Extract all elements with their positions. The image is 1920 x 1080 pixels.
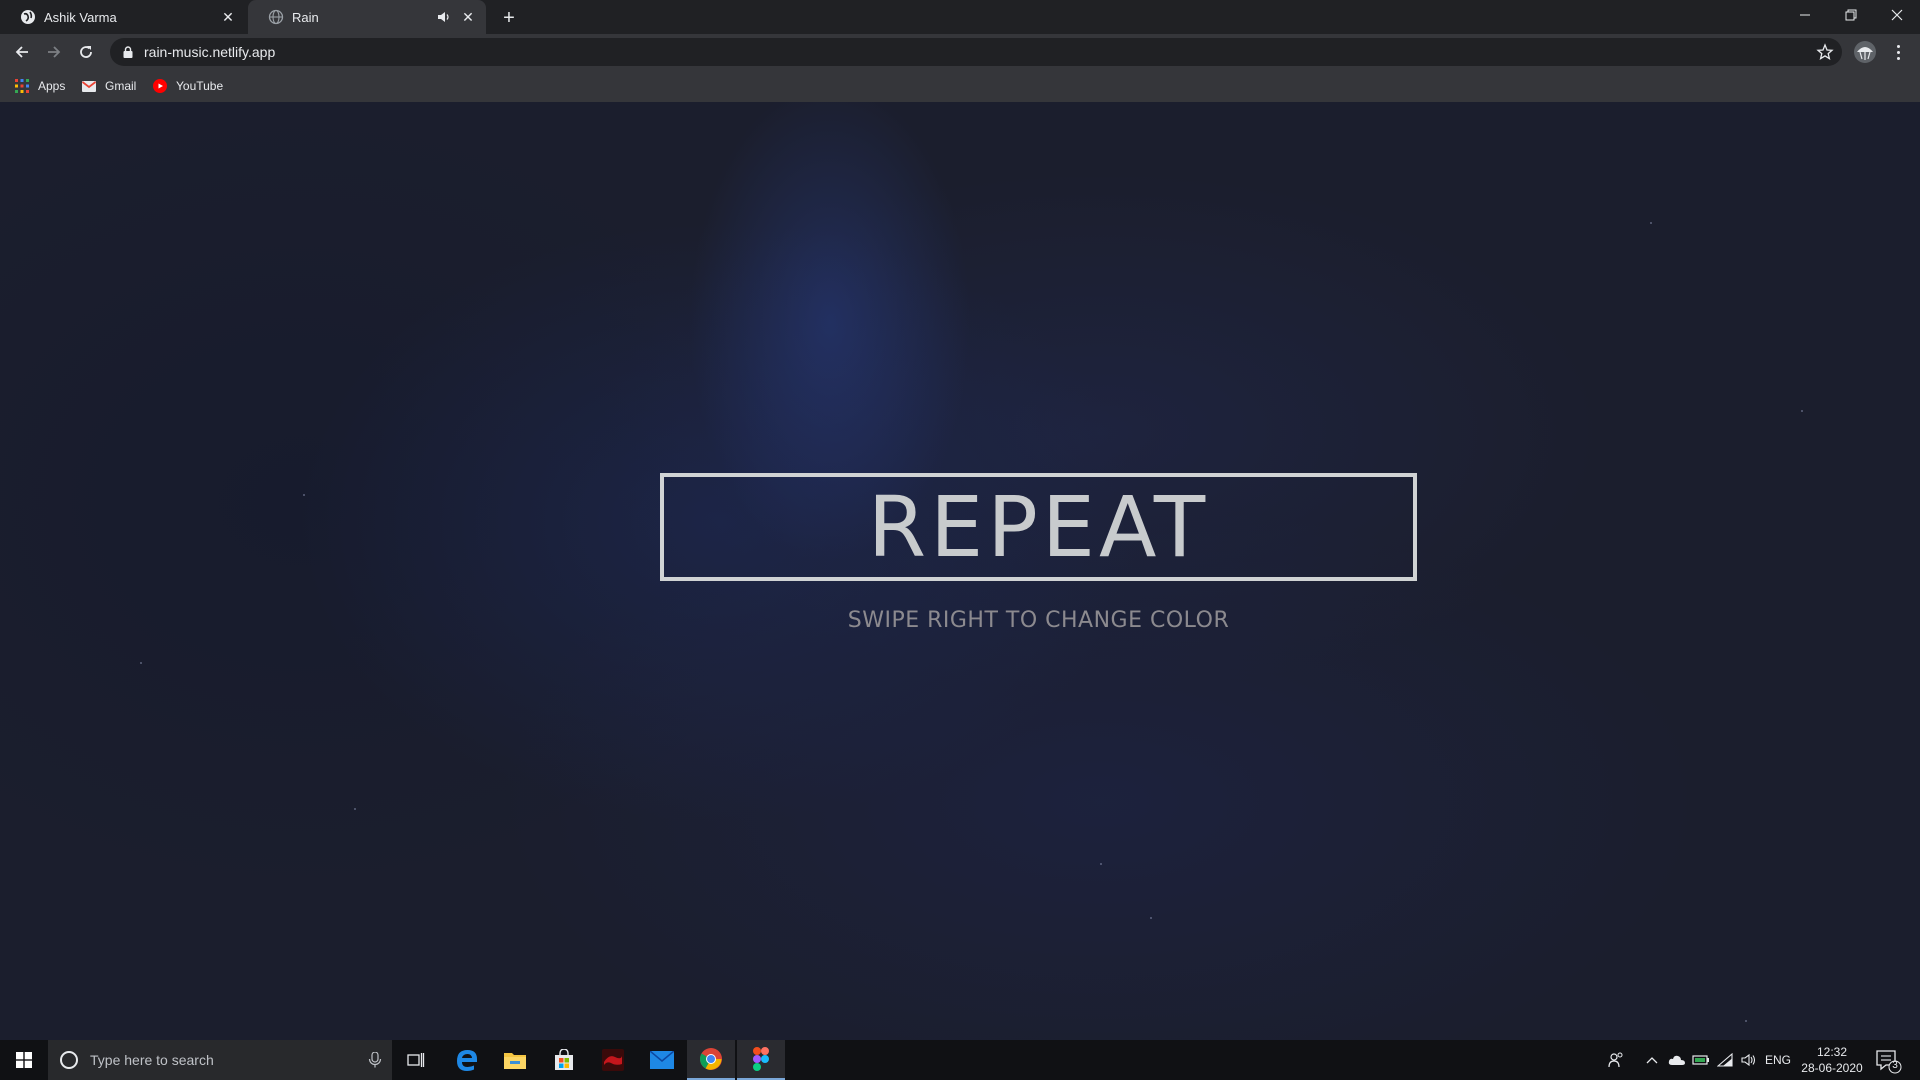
file-explorer-icon[interactable] <box>491 1040 539 1080</box>
game-app-icon[interactable] <box>589 1040 637 1080</box>
windows-taskbar: Type here to search ENG 12:32 28-06-2020… <box>0 1040 1920 1080</box>
repeat-button[interactable]: REPEAT <box>660 473 1417 581</box>
onedrive-cloud-icon[interactable] <box>1666 1040 1688 1080</box>
figma-icon[interactable] <box>737 1040 785 1080</box>
repeat-button-label: REPEAT <box>867 478 1210 576</box>
minimize-icon[interactable] <box>1782 0 1828 30</box>
globe-icon <box>268 9 284 25</box>
bookmark-gmail[interactable]: Gmail <box>81 76 136 96</box>
background-star <box>354 808 356 810</box>
url-text: rain-music.netlify.app <box>144 44 276 60</box>
bookmarks-bar: Apps Gmail YouTube <box>0 70 1920 102</box>
youtube-icon <box>152 78 168 94</box>
mail-icon[interactable] <box>638 1040 686 1080</box>
language-indicator[interactable]: ENG <box>1762 1040 1794 1080</box>
close-window-icon[interactable] <box>1874 0 1920 30</box>
bookmark-youtube[interactable]: YouTube <box>152 76 223 96</box>
clock-date: 28-06-2020 <box>1801 1061 1863 1075</box>
search-placeholder: Type here to search <box>90 1052 214 1068</box>
windows-start-icon[interactable] <box>0 1040 48 1080</box>
chevron-up-icon[interactable] <box>1642 1040 1662 1080</box>
bookmark-star-icon[interactable] <box>1816 43 1834 61</box>
volume-icon[interactable] <box>1738 1040 1760 1080</box>
background-star <box>140 662 142 664</box>
page-viewport[interactable]: REPEAT SWIPE RIGHT TO CHANGE COLOR <box>0 102 1920 1040</box>
people-icon[interactable] <box>1604 1040 1628 1080</box>
back-arrow-icon[interactable] <box>8 38 36 66</box>
gmail-icon <box>81 78 97 94</box>
background-star <box>1745 1020 1747 1022</box>
restore-icon[interactable] <box>1828 0 1874 30</box>
battery-icon[interactable] <box>1690 1040 1712 1080</box>
speaker-icon[interactable] <box>436 9 452 25</box>
tab-ashik-varma[interactable]: Ashik Varma ✕ <box>0 0 246 34</box>
tab-title: Rain <box>292 9 319 25</box>
tab-close-icon[interactable]: ✕ <box>460 9 476 25</box>
tab-rain[interactable]: Rain ✕ <box>248 0 486 34</box>
profile-avatar-icon[interactable] <box>1853 40 1877 64</box>
background-star <box>1801 410 1803 412</box>
clock-time: 12:32 <box>1816 1045 1848 1059</box>
background-star <box>1650 222 1652 224</box>
tab-title: Ashik Varma <box>44 9 117 25</box>
chrome-icon[interactable] <box>687 1040 735 1080</box>
background-star <box>303 494 305 496</box>
action-center-icon[interactable]: 3 <box>1874 1048 1902 1074</box>
browser-toolbar: rain-music.netlify.app <box>0 34 1920 70</box>
bookmark-label: Gmail <box>105 79 137 93</box>
tab-close-icon[interactable]: ✕ <box>220 9 236 25</box>
background-star <box>1150 917 1152 919</box>
reload-icon[interactable] <box>72 38 100 66</box>
wifi-icon[interactable] <box>1714 1040 1736 1080</box>
swipe-hint-text: SWIPE RIGHT TO CHANGE COLOR <box>847 608 1230 633</box>
cortana-circle-icon <box>60 1051 78 1069</box>
bookmark-apps[interactable]: Apps <box>14 76 65 96</box>
bookmark-label: YouTube <box>176 79 224 93</box>
lock-icon[interactable] <box>120 44 136 60</box>
browser-tab-strip: Ashik Varma ✕ Rain ✕ + <box>0 0 1920 34</box>
bookmark-label: Apps <box>38 79 66 93</box>
taskbar-clock[interactable]: 12:32 28-06-2020 <box>1796 1044 1868 1076</box>
taskbar-search-box[interactable]: Type here to search <box>48 1040 392 1080</box>
new-tab-plus-icon[interactable]: + <box>496 5 522 31</box>
apps-grid-icon <box>14 78 30 94</box>
globe-icon <box>20 9 36 25</box>
edge-browser-icon[interactable] <box>443 1040 491 1080</box>
microphone-icon[interactable] <box>368 1051 382 1068</box>
more-menu-icon[interactable] <box>1886 40 1910 64</box>
microsoft-store-icon[interactable] <box>540 1040 588 1080</box>
task-view-icon[interactable] <box>392 1040 440 1080</box>
forward-arrow-icon[interactable] <box>40 38 68 66</box>
address-bar[interactable]: rain-music.netlify.app <box>110 38 1842 66</box>
notification-count: 3 <box>1892 1060 1898 1071</box>
background-star <box>1100 863 1102 865</box>
